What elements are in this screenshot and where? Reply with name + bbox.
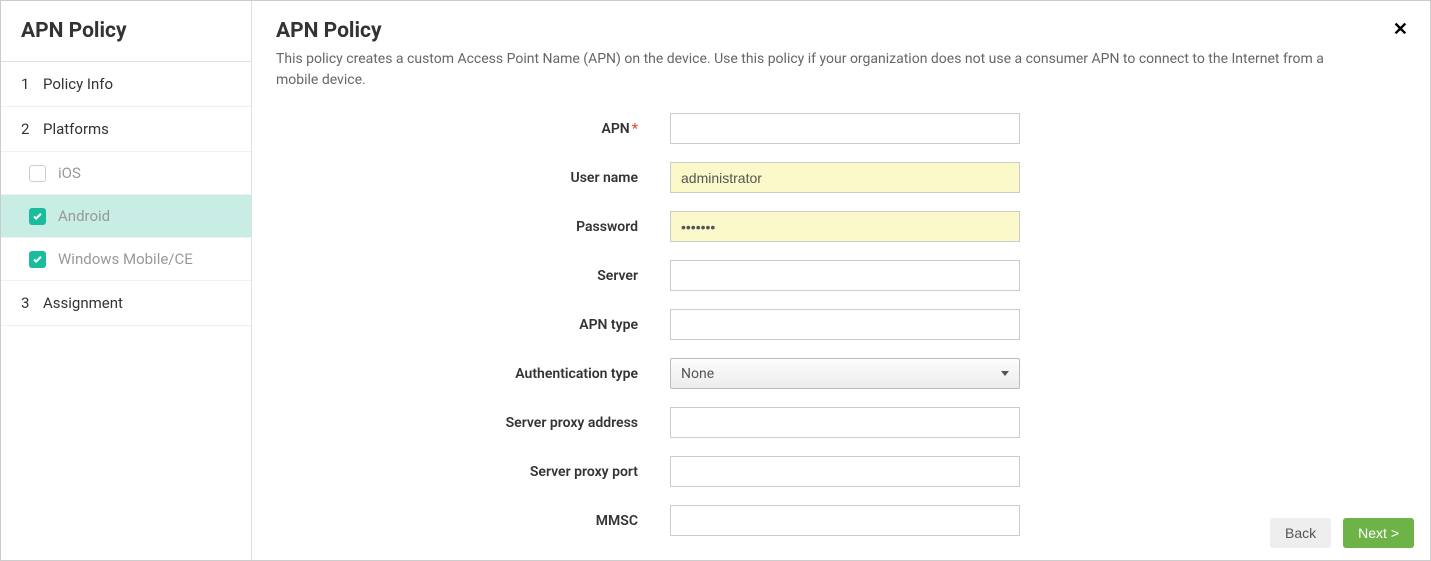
platform-label: iOS [58, 164, 81, 182]
main-panel: ✕ APN Policy This policy creates a custo… [252, 1, 1430, 560]
form-row-server: Server [276, 260, 1406, 291]
step-number: 1 [21, 75, 35, 93]
label-auth-type: Authentication type [276, 366, 670, 382]
form-row-mmsc: MMSC [276, 505, 1406, 536]
label-server: Server [276, 268, 670, 284]
form-row-username: User name [276, 162, 1406, 193]
username-input[interactable] [670, 162, 1020, 193]
proxy-addr-input[interactable] [670, 407, 1020, 438]
step-number: 2 [21, 120, 35, 138]
next-button[interactable]: Next > [1343, 518, 1414, 548]
server-input[interactable] [670, 260, 1020, 291]
platform-label: Android [58, 207, 110, 225]
apn-type-input[interactable] [670, 309, 1020, 340]
proxy-port-input[interactable] [670, 456, 1020, 487]
form: APN* User name Password Server APN type [276, 113, 1406, 536]
back-button[interactable]: Back [1270, 518, 1331, 548]
page-description: This policy creates a custom Access Poin… [276, 49, 1326, 91]
password-input[interactable] [670, 211, 1020, 242]
step-label: Platforms [43, 120, 109, 138]
chevron-down-icon [1001, 371, 1009, 376]
step-policy-info[interactable]: 1 Policy Info [1, 62, 251, 107]
label-password: Password [276, 219, 670, 235]
label-proxy-port: Server proxy port [276, 464, 670, 480]
form-row-auth-type: Authentication type None [276, 358, 1406, 389]
checkbox-checked-icon[interactable] [29, 251, 46, 268]
close-icon[interactable]: ✕ [1393, 19, 1408, 40]
required-asterisk: * [632, 121, 638, 137]
step-number: 3 [21, 294, 35, 312]
label-proxy-addr: Server proxy address [276, 415, 670, 431]
step-label: Assignment [43, 294, 123, 312]
step-assignment[interactable]: 3 Assignment [1, 281, 251, 326]
mmsc-input[interactable] [670, 505, 1020, 536]
auth-type-select[interactable]: None [670, 358, 1020, 389]
select-value: None [681, 366, 714, 382]
label-mmsc: MMSC [276, 513, 670, 529]
form-row-proxy-port: Server proxy port [276, 456, 1406, 487]
platform-item-windows[interactable]: Windows Mobile/CE [1, 238, 251, 281]
platform-label: Windows Mobile/CE [58, 250, 193, 268]
checkbox-unchecked-icon[interactable] [29, 165, 46, 182]
label-apn: APN* [276, 121, 670, 137]
form-row-proxy-addr: Server proxy address [276, 407, 1406, 438]
label-apn-type: APN type [276, 317, 670, 333]
page-title: APN Policy [276, 19, 1406, 43]
footer-buttons: Back Next > [1270, 518, 1414, 548]
step-platforms[interactable]: 2 Platforms [1, 107, 251, 152]
form-row-password: Password [276, 211, 1406, 242]
label-username: User name [276, 170, 670, 186]
dialog-container: APN Policy 1 Policy Info 2 Platforms iOS… [0, 0, 1431, 561]
platform-item-android[interactable]: Android [1, 195, 251, 238]
form-row-apn: APN* [276, 113, 1406, 144]
form-row-apn-type: APN type [276, 309, 1406, 340]
platform-item-ios[interactable]: iOS [1, 152, 251, 195]
sidebar: APN Policy 1 Policy Info 2 Platforms iOS… [1, 1, 252, 560]
apn-input[interactable] [670, 113, 1020, 144]
step-label: Policy Info [43, 75, 113, 93]
checkbox-checked-icon[interactable] [29, 208, 46, 225]
sidebar-title: APN Policy [1, 1, 251, 62]
